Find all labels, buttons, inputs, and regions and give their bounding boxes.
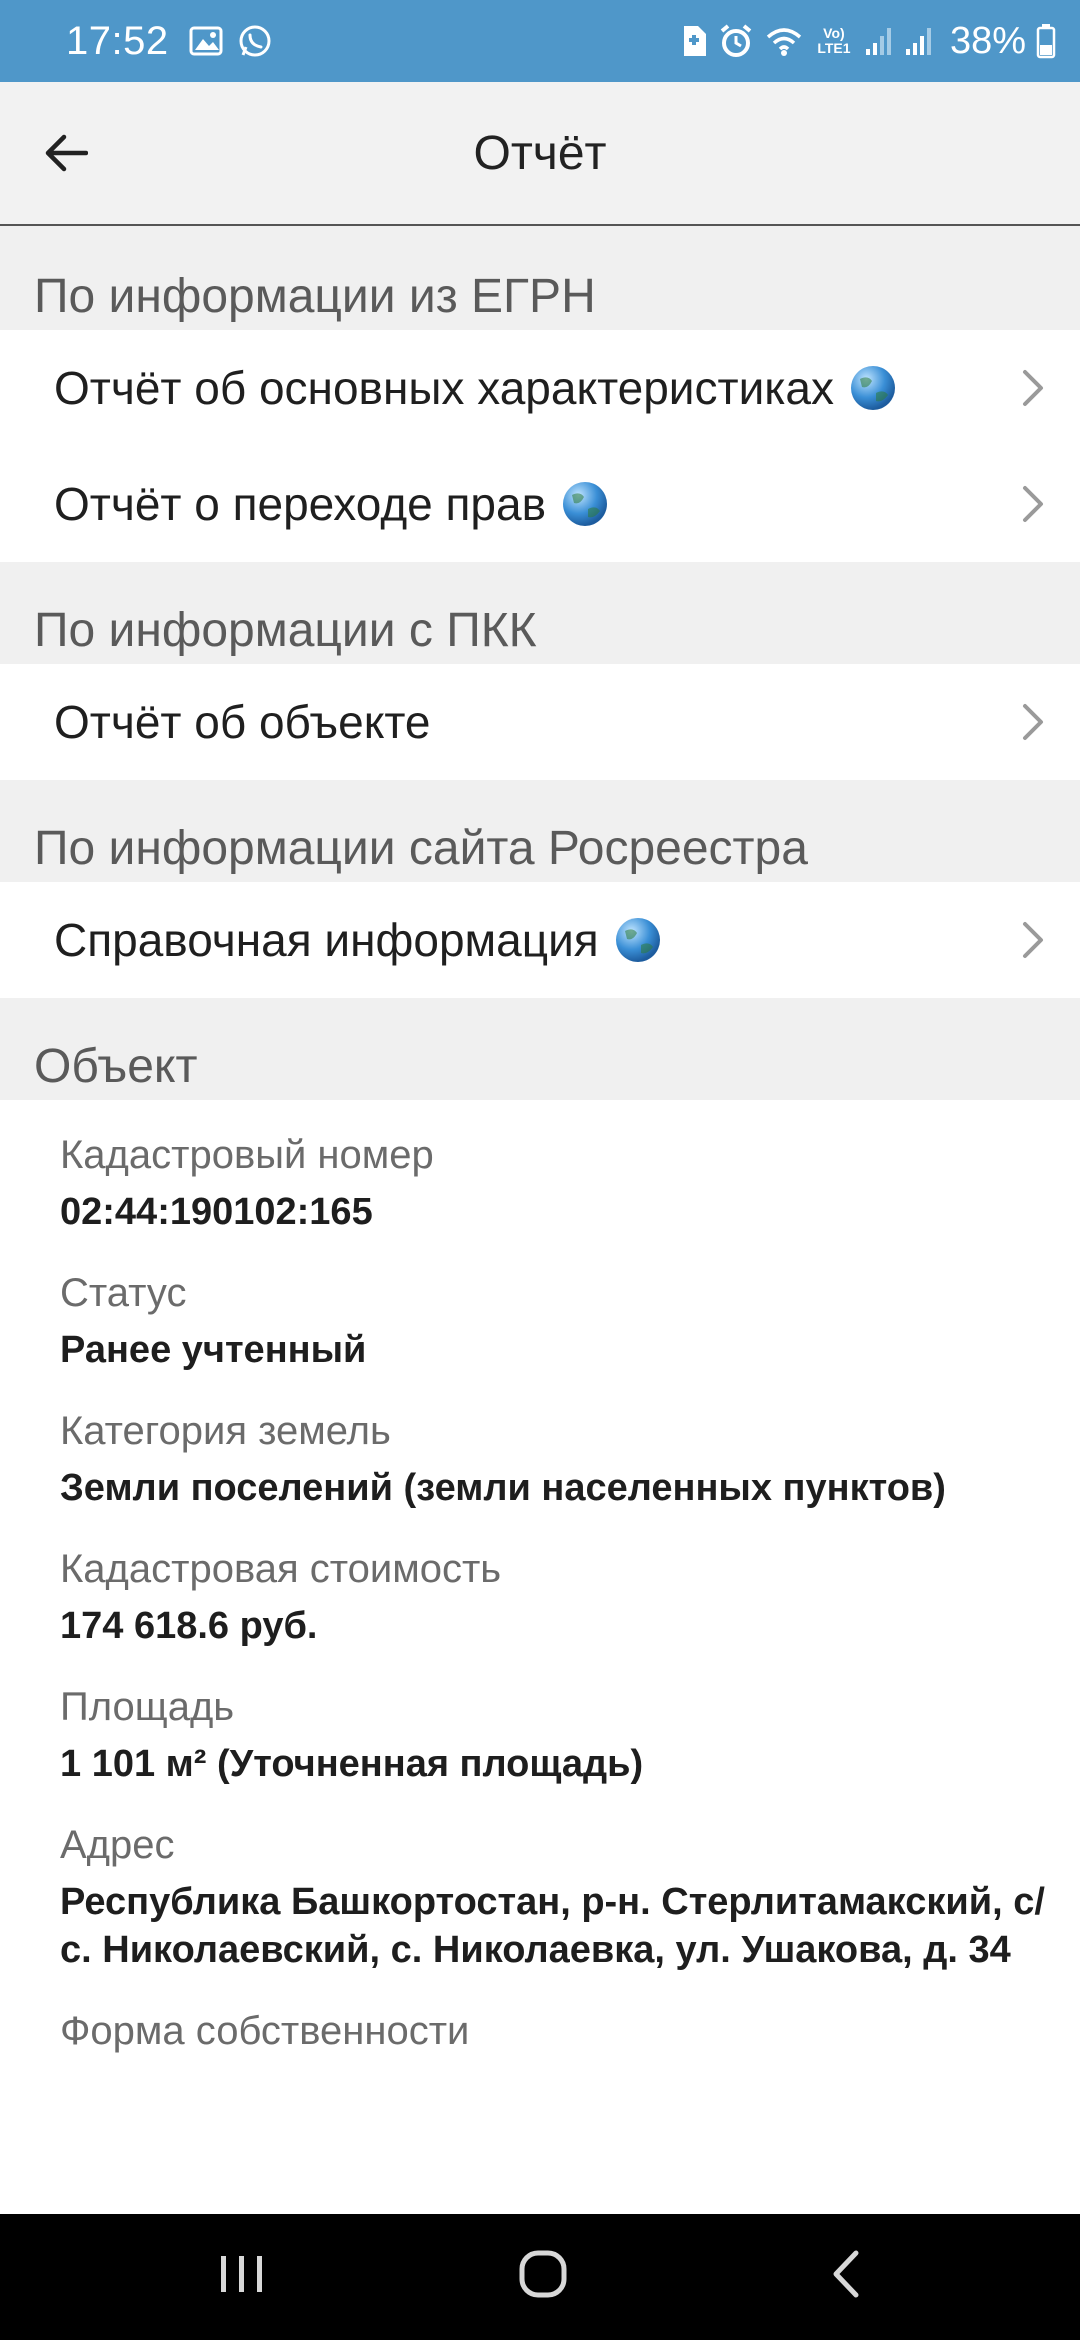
field-land-category[interactable]: Категория земель Земли поселений (земли … [60,1404,1050,1512]
field-label: Кадастровый номер [60,1133,434,1177]
wifi-icon [764,25,804,57]
battery-icon [1036,23,1056,59]
section-header-rosreestr: По информации сайта Росреестра [0,780,1080,882]
field-label: Кадастровая стоимость [60,1547,502,1591]
field-label: Адрес [60,1823,175,1867]
list-item-label: Справочная информация [54,914,599,966]
report-rights-transfer-item[interactable]: Отчёт о переходе прав [0,446,1080,562]
field-value: Ранее учтенный [60,1329,367,1371]
app-bar: Отчёт [0,82,1080,226]
field-value: Земли поселений (земли населенных пункто… [60,1467,946,1509]
field-label: Категория земель [60,1409,391,1453]
report-content[interactable]: По информации из ЕГРН Отчёт об основных … [0,226,1080,2214]
globe-icon [613,915,663,965]
report-main-characteristics-item[interactable]: Отчёт об основных характеристиках [0,330,1080,446]
field-label: Площадь [60,1685,235,1729]
system-nav-bar [0,2214,1080,2340]
field-address[interactable]: Адрес Республика Башкортостан, р-н. Стер… [60,1818,1050,1974]
report-object-item[interactable]: Отчёт об объекте [0,664,1080,780]
chevron-right-icon [1020,702,1046,742]
field-cadastral-number[interactable]: Кадастровый номер 02:44:190102:165 [60,1128,1050,1236]
back-nav-button[interactable] [786,2236,906,2316]
whatsapp-icon [237,23,273,59]
field-label: Статус [60,1271,187,1315]
field-status[interactable]: Статус Ранее учтенный [60,1266,1050,1374]
status-time: 17:52 [66,18,169,63]
alarm-icon [718,23,754,59]
gallery-icon [189,26,223,56]
reference-info-item[interactable]: Справочная информация [0,882,1080,998]
battery-percent: 38% [949,19,1026,62]
section-header-egrn: По информации из ЕГРН [0,226,1080,330]
field-value: 174 618.6 руб. [60,1605,318,1647]
home-icon [517,2248,569,2305]
chevron-left-icon [828,2249,864,2304]
field-area[interactable]: Площадь 1 101 м² (Уточненная площадь) [60,1680,1050,1788]
list-item-label: Отчёт об основных характеристиках [54,362,834,414]
chevron-right-icon [1020,920,1046,960]
home-button[interactable] [483,2236,603,2316]
field-value: 02:44:190102:165 [60,1191,373,1233]
field-cadastral-value[interactable]: Кадастровая стоимость 174 618.6 руб. [60,1542,1050,1650]
field-ownership-form[interactable]: Форма собственности [60,2004,1050,2058]
field-value: 1 101 м² (Уточненная площадь) [60,1743,644,1785]
status-bar: 17:52 Vo) LTE1 38% [0,0,1080,82]
object-details: Кадастровый номер 02:44:190102:165 Стату… [0,1100,1080,2058]
signal-icon [904,25,934,57]
section-header-object: Объект [0,998,1080,1100]
globe-icon [848,363,898,413]
globe-icon [560,479,610,529]
recent-apps-button[interactable] [182,2236,302,2316]
chevron-right-icon [1020,484,1046,524]
back-button[interactable] [30,120,100,190]
field-value: Республика Башкортостан, р-н. Стерлитама… [60,1881,1045,1971]
arrow-left-icon [42,133,89,178]
page-title: Отчёт [473,126,607,180]
recent-apps-icon [217,2252,267,2301]
list-item-label: Отчёт об объекте [54,696,431,748]
signal-icon [864,25,894,57]
section-header-pkk: По информации с ПКК [0,562,1080,664]
sd-card-icon [680,24,708,58]
field-label: Форма собственности [60,2009,470,2053]
chevron-right-icon [1020,368,1046,408]
network-type: Vo) LTE1 [817,25,851,56]
list-item-label: Отчёт о переходе прав [54,478,547,530]
